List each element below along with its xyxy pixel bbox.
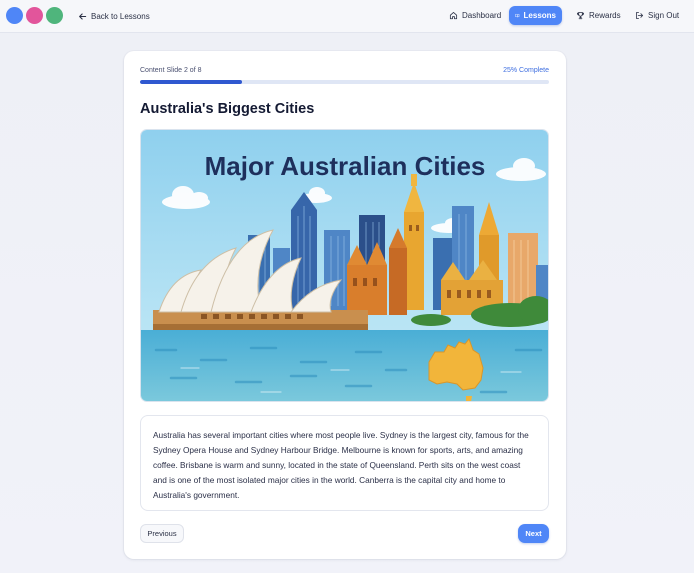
image-heading: Major Australian Cities	[205, 151, 486, 181]
trophy-icon	[577, 11, 584, 20]
back-to-lessons-label: Back to Lessons	[91, 11, 150, 21]
brand-dot-green	[46, 7, 63, 24]
slide-counter: Content Slide 2 of 8	[140, 67, 202, 74]
book-icon	[515, 14, 520, 18]
nav-dashboard[interactable]: Dashboard	[441, 6, 509, 25]
nav-lessons-label: Lessons	[523, 11, 556, 20]
nav-sign-out-label: Sign Out	[648, 11, 680, 20]
home-icon	[449, 12, 458, 20]
nav-rewards[interactable]: Rewards	[568, 6, 629, 25]
lesson-title: Australia's Biggest Cities	[140, 101, 315, 117]
brand-dot-pink	[26, 7, 43, 24]
back-to-lessons-link[interactable]: Back to Lessons	[78, 9, 150, 23]
nav-dashboard-label: Dashboard	[462, 11, 502, 20]
arrow-left-icon	[79, 12, 87, 20]
lesson-card: Content Slide 2 of 8 25% Complete Austra…	[124, 51, 566, 559]
lesson-content-text: Australia has several important cities w…	[140, 415, 549, 511]
previous-button[interactable]: Previous	[140, 524, 184, 543]
nav-lessons[interactable]: Lessons	[509, 6, 562, 25]
sign-out-icon	[636, 11, 644, 20]
lesson-illustration: Major Australian Cities	[140, 129, 549, 402]
lesson-progress-fill	[140, 80, 243, 84]
lesson-progress-bar	[140, 80, 549, 84]
nav-sign-out[interactable]: Sign Out	[627, 6, 687, 25]
australian-cities-illustration: Major Australian Cities	[141, 130, 548, 401]
top-navigation-bar: Back to Lessons Dashboard Lessons Reward…	[0, 0, 694, 33]
next-button[interactable]: Next	[518, 524, 549, 543]
nav-rewards-label: Rewards	[589, 11, 621, 20]
brand-dot-blue	[6, 7, 23, 24]
completion-percent: 25% Complete	[503, 67, 549, 74]
